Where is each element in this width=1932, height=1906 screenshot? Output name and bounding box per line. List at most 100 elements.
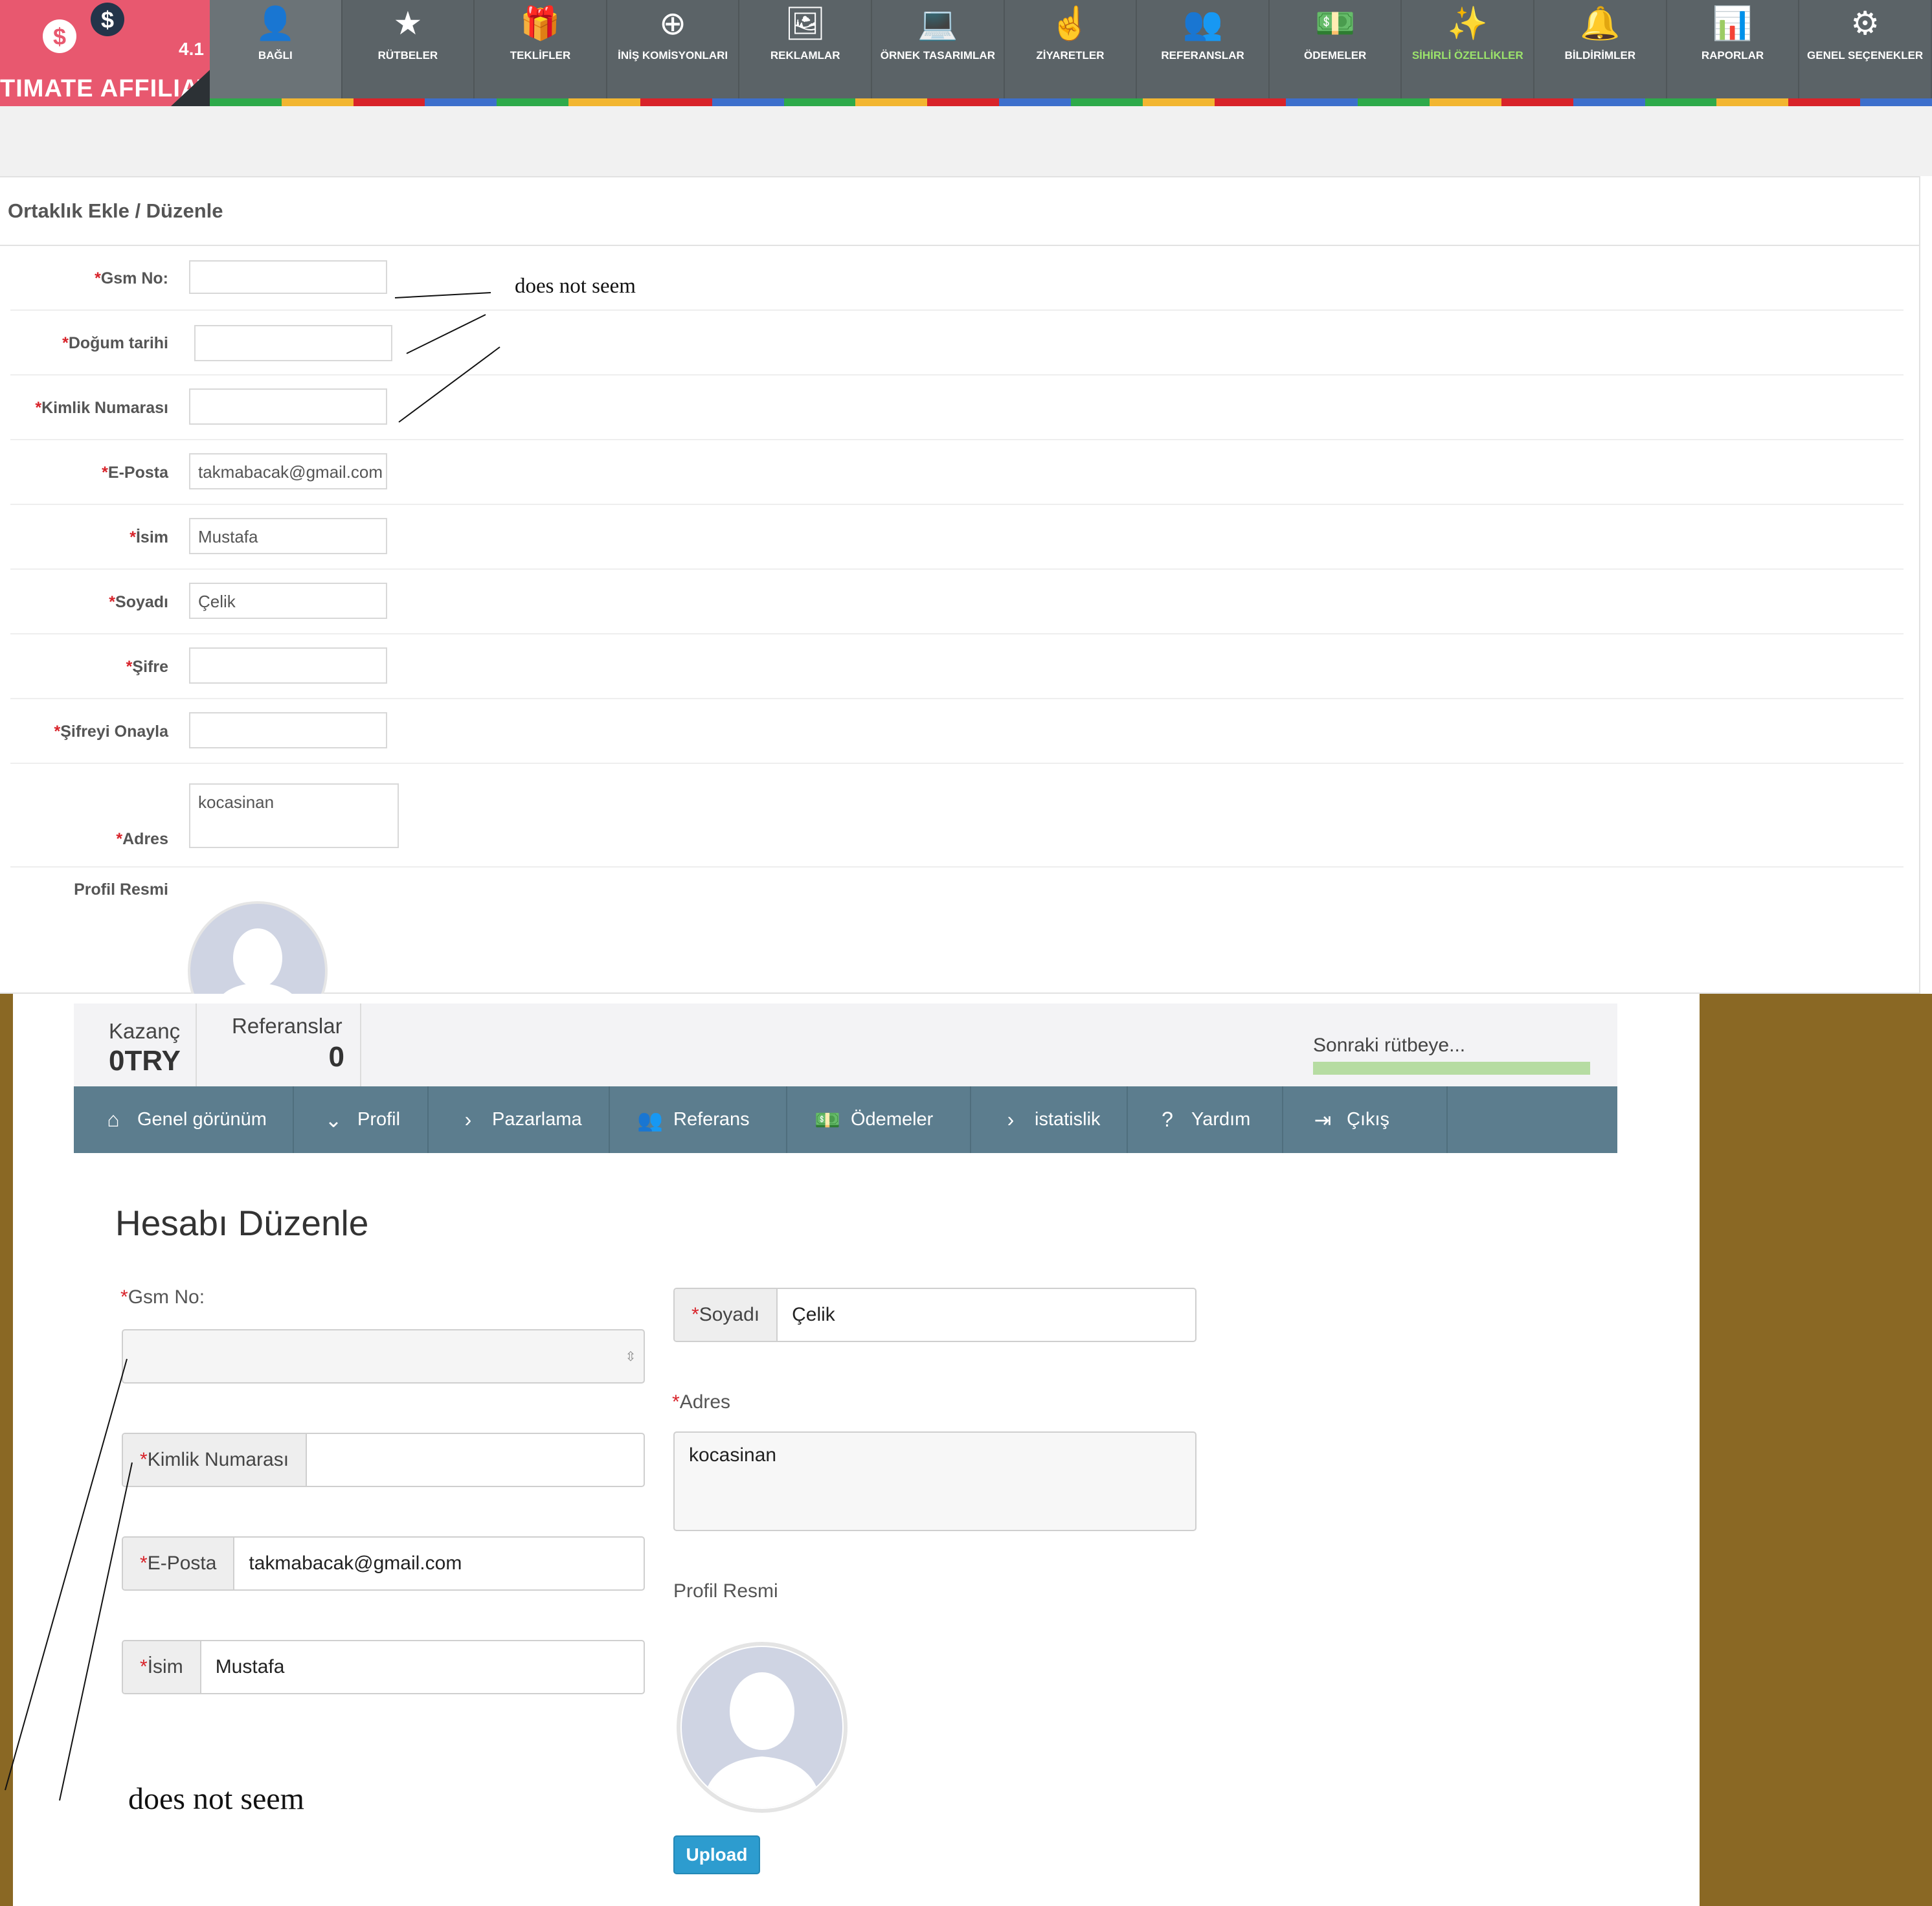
color-stripe-segment (855, 98, 928, 106)
profile-picture-label: Profil Resmi (74, 880, 168, 899)
admin-nav-label: ÖRNEK TASARIMLAR (880, 49, 995, 62)
user-nav-item[interactable]: ? Yardım (1128, 1086, 1283, 1153)
user-nav-label: Profil (357, 1109, 401, 1130)
user-nav-item[interactable]: ⌄ Profil (294, 1086, 429, 1153)
admin-nav-item[interactable]: 🔔 BİLDİRİMLER (1534, 0, 1667, 98)
upload-button[interactable]: Upload (673, 1835, 760, 1874)
gsm-label: *Gsm No: (95, 269, 168, 287)
admin-nav-item[interactable]: ⊕ İNİŞ KOMİSYONLARI (607, 0, 740, 98)
color-stripe-segment (999, 98, 1071, 106)
earnings-value: 0TRY (109, 1045, 181, 1077)
color-stripe-segment (425, 98, 497, 106)
color-stripe-segment (927, 98, 1000, 106)
name-field[interactable]: * İsim Mustafa (122, 1640, 645, 1694)
id-number-addon: * Kimlik Numarası (123, 1434, 308, 1486)
address-textarea[interactable]: kocasinan (673, 1431, 1196, 1531)
color-stripe-segment (497, 98, 569, 106)
user-main-nav: ⌂ Genel görünüm ⌄ Profil › Pazarlama 👥 Referans… (74, 1086, 1617, 1153)
surname-input[interactable]: Çelik (778, 1289, 1195, 1341)
admin-nav-item[interactable]: 💻 ÖRNEK TASARIMLAR (872, 0, 1005, 98)
user-icon: 👤 (255, 5, 296, 41)
admin-nav-item[interactable]: 🖼 REKLAMLAR (739, 0, 873, 98)
email-input[interactable]: takmabacak@gmail.com (189, 453, 387, 489)
email-field[interactable]: * E-Posta takmabacak@gmail.com (122, 1536, 645, 1591)
color-stripe-segment (1142, 98, 1215, 106)
form-row-profile-picture: Profil Resmi (10, 868, 1904, 994)
name-label: *İsim (129, 528, 168, 546)
money-icon: 💵 (814, 1108, 840, 1132)
surname-input[interactable]: Çelik (189, 583, 387, 619)
color-stripe-segment (568, 98, 640, 106)
user-nav-item[interactable]: ⌂ Genel görünüm (74, 1086, 294, 1153)
number-spinner-icon[interactable]: ⇳ (618, 1330, 644, 1382)
user-nav-label: Yardım (1191, 1109, 1251, 1130)
admin-nav-label: BAĞLI (258, 49, 293, 62)
dob-input[interactable] (194, 325, 392, 361)
panel-title: Ortaklık Ekle / Düzenle (8, 199, 223, 222)
admin-nav-item[interactable]: 📊 RAPORLAR (1667, 0, 1800, 98)
id-number-input[interactable] (189, 388, 387, 425)
color-stripe-segment (1573, 98, 1645, 106)
form-row-gsm: *Gsm No: (10, 246, 1904, 311)
user-nav-item[interactable]: › Pazarlama (429, 1086, 610, 1153)
surname-label: *Soyadı (109, 593, 168, 611)
admin-nav-label: ZİYARETLER (1036, 49, 1105, 62)
color-stripe-segment (281, 98, 354, 106)
email-label: *E-Posta (102, 464, 168, 482)
admin-nav-item[interactable]: 👥 REFERANSLAR (1137, 0, 1270, 98)
page-title: Hesabı Düzenle (115, 1203, 369, 1243)
address-textarea[interactable]: kocasinan (189, 783, 399, 848)
dollar-sign-icon: $ (53, 23, 67, 50)
color-stripe-segment (1214, 98, 1286, 106)
form-row-dob: *Doğum tarihi (10, 311, 1904, 376)
admin-logo[interactable]: $ $ 4.1 TIMATE AFFILIATE (0, 0, 210, 106)
admin-nav-label: REKLAMLAR (770, 49, 840, 62)
password-confirm-input[interactable] (189, 712, 387, 748)
address-label: *Adres (672, 1391, 731, 1413)
user-nav-item[interactable]: 👥 Referans (610, 1086, 787, 1153)
admin-nav-item[interactable]: ☝ ZİYARETLER (1005, 0, 1138, 98)
admin-nav-item[interactable]: ★ RÜTBELER (343, 0, 475, 98)
id-number-field[interactable]: * Kimlik Numarası (122, 1433, 645, 1487)
user-nav-item[interactable]: › istatislik (971, 1086, 1128, 1153)
user-nav-item[interactable]: 💵 Ödemeler (787, 1086, 971, 1153)
user-nav-label: istatislik (1035, 1109, 1101, 1130)
color-stripe-segment (1358, 98, 1430, 106)
bar-chart-icon: 📊 (1712, 5, 1753, 41)
admin-nav-label: BİLDİRİMLER (1564, 49, 1636, 62)
gift-icon: 🎁 (520, 5, 561, 41)
admin-nav-item[interactable]: 💵 ÖDEMELER (1270, 0, 1402, 98)
form-row-id-number: *Kimlik Numarası (10, 376, 1904, 440)
email-input[interactable]: takmabacak@gmail.com (234, 1538, 644, 1589)
users-icon: 👥 (1182, 5, 1223, 41)
plus-circle-icon: ⊕ (659, 5, 687, 41)
admin-nav-item[interactable]: ✨ SİHİRLİ ÖZELLİKLER (1402, 0, 1535, 98)
annotation-note-top: does not seem (515, 275, 636, 298)
admin-nav-label: REFERANSLAR (1161, 49, 1244, 62)
users-icon: 👥 (637, 1108, 663, 1132)
gsm-input[interactable] (189, 260, 387, 294)
annotation-note-bottom: does not seem (128, 1782, 304, 1816)
user-nav-item[interactable]: ⇥ Çıkış (1283, 1086, 1448, 1153)
password-input[interactable] (189, 647, 387, 684)
id-number-input[interactable] (307, 1434, 644, 1486)
name-input[interactable]: Mustafa (201, 1641, 644, 1693)
gear-icon: ⚙ (1850, 5, 1880, 41)
admin-screenshot: $ $ 4.1 TIMATE AFFILIATE 👤 BAĞLI ★ RÜTBELER… (0, 0, 1932, 994)
annotation-lines-top (394, 292, 500, 423)
gsm-input[interactable]: ⇳ (122, 1329, 645, 1384)
referrals-value: 0 (328, 1041, 344, 1073)
admin-nav-item[interactable]: 🎁 TEKLİFLER (475, 0, 607, 98)
user-nav-label: Genel görünüm (137, 1109, 267, 1130)
admin-nav-item[interactable]: 👤 BAĞLI (210, 0, 343, 98)
money-icon: 💵 (1315, 5, 1356, 41)
color-stripe-segment (1788, 98, 1861, 106)
form-row-password: *Şifre (10, 634, 1904, 699)
admin-nav-item[interactable]: ⚙ GENEL SEÇENEKLER (1799, 0, 1932, 98)
admin-nav-label: ÖDEMELER (1304, 49, 1367, 62)
form-row-email: *E-Posta takmabacak@gmail.com (10, 440, 1904, 505)
name-input[interactable]: Mustafa (189, 518, 387, 554)
user-nav-label: Ödemeler (851, 1109, 934, 1130)
color-stripe-segment (712, 98, 784, 106)
surname-field[interactable]: * Soyadı Çelik (673, 1288, 1196, 1342)
